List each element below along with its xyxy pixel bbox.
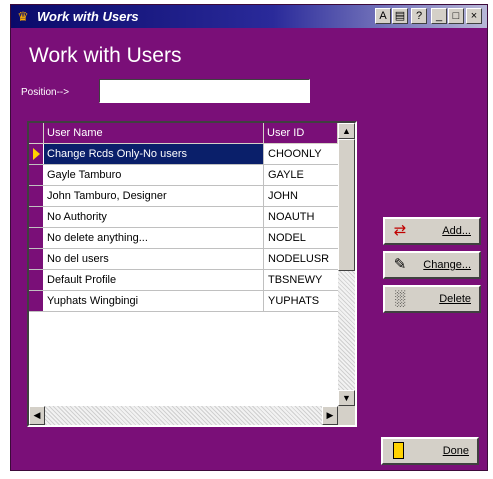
table-row[interactable]: Change Rcds Only-No users CHOONLY <box>29 144 338 165</box>
help-button[interactable]: ? <box>411 8 427 24</box>
maximize-button[interactable]: □ <box>448 8 464 24</box>
table-row[interactable]: Gayle Tamburo GAYLE <box>29 165 338 186</box>
table-row[interactable]: Default Profile TBSNEWY <box>29 270 338 291</box>
user-name-cell[interactable]: Default Profile <box>44 270 264 290</box>
user-id-cell[interactable]: JOHN <box>264 186 338 206</box>
user-name-cell[interactable]: Yuphats Wingbingi <box>44 291 264 311</box>
scroll-right-arrow[interactable]: ▶ <box>322 406 338 425</box>
row-selector[interactable] <box>29 186 43 206</box>
table-row[interactable]: John Tamburo, Designer JOHN <box>29 186 338 207</box>
row-selector[interactable] <box>29 165 43 185</box>
scroll-left-arrow[interactable]: ◀ <box>29 406 45 425</box>
minimize-button[interactable]: _ <box>431 8 447 24</box>
column-header-user-name[interactable]: User Name <box>44 123 264 144</box>
row-selector[interactable] <box>29 228 43 248</box>
user-name-cell[interactable]: Gayle Tamburo <box>44 165 264 185</box>
delete-button-label: Delete <box>439 293 471 305</box>
app-icon[interactable]: ♛ <box>15 9 31 24</box>
table-row[interactable]: No delete anything... NODEL <box>29 228 338 249</box>
scroll-up-arrow[interactable]: ▲ <box>338 123 355 139</box>
table-row[interactable]: No Authority NOAUTH <box>29 207 338 228</box>
current-row-indicator[interactable] <box>29 144 43 164</box>
row-selector[interactable] <box>29 207 43 227</box>
scroll-down-arrow[interactable]: ▼ <box>338 390 355 406</box>
add-button-label: Add... <box>442 225 471 237</box>
horizontal-scrollbar[interactable]: ◀ ▶ <box>29 406 338 425</box>
change-button-label: Change... <box>423 259 471 271</box>
user-name-cell[interactable]: No del users <box>44 249 264 269</box>
table-row[interactable]: No del users NODELUSR <box>29 249 338 270</box>
door-icon <box>388 442 408 460</box>
page-title: Work with Users <box>29 44 182 67</box>
scrollbar-corner <box>338 406 355 425</box>
row-selector-header <box>29 123 44 144</box>
user-name-cell[interactable]: John Tamburo, Designer <box>44 186 264 206</box>
close-button[interactable]: × <box>466 8 482 24</box>
trash-icon: ░ <box>394 290 406 307</box>
change-icon: ✎ <box>393 256 407 273</box>
title-bar[interactable]: ♛ Work with Users A ▤ ? _ □ × <box>11 5 487 28</box>
work-with-users-window: ♛ Work with Users A ▤ ? _ □ × Work with … <box>10 4 488 471</box>
user-id-cell[interactable]: CHOONLY <box>264 144 338 164</box>
change-button[interactable]: ✎ Change... <box>383 251 481 279</box>
delete-button[interactable]: ░ Delete <box>383 285 481 313</box>
position-input[interactable] <box>99 79 310 103</box>
row-selector[interactable] <box>29 270 43 290</box>
table-row[interactable]: Yuphats Wingbingi YUPHATS <box>29 291 338 312</box>
user-name-cell[interactable]: No delete anything... <box>44 228 264 248</box>
add-button[interactable]: ⇄ Add... <box>383 217 481 245</box>
done-button[interactable]: Done <box>381 437 479 465</box>
done-button-label: Done <box>442 445 469 457</box>
font-button[interactable]: A <box>375 8 391 24</box>
window-title: Work with Users <box>37 9 139 24</box>
user-id-cell[interactable]: NODEL <box>264 228 338 248</box>
row-selector[interactable] <box>29 291 43 311</box>
users-list[interactable]: User Name User ID Change Rcds Only-No us… <box>27 121 357 427</box>
user-id-cell[interactable]: NODELUSR <box>264 249 338 269</box>
column-header-user-id[interactable]: User ID <box>264 123 338 144</box>
user-id-cell[interactable]: GAYLE <box>264 165 338 185</box>
row-selector[interactable] <box>29 249 43 269</box>
vertical-scrollbar[interactable]: ▲ ▼ <box>338 123 355 406</box>
user-name-cell[interactable]: No Authority <box>44 207 264 227</box>
position-label: Position--> <box>21 87 70 98</box>
user-id-cell[interactable]: NOAUTH <box>264 207 338 227</box>
vertical-scroll-thumb[interactable] <box>338 139 355 271</box>
user-id-cell[interactable]: TBSNEWY <box>264 270 338 290</box>
user-name-cell[interactable]: Change Rcds Only-No users <box>44 144 264 164</box>
print-button[interactable]: ▤ <box>392 8 408 24</box>
add-icon: ⇄ <box>393 222 407 239</box>
user-id-cell[interactable]: YUPHATS <box>264 291 338 311</box>
